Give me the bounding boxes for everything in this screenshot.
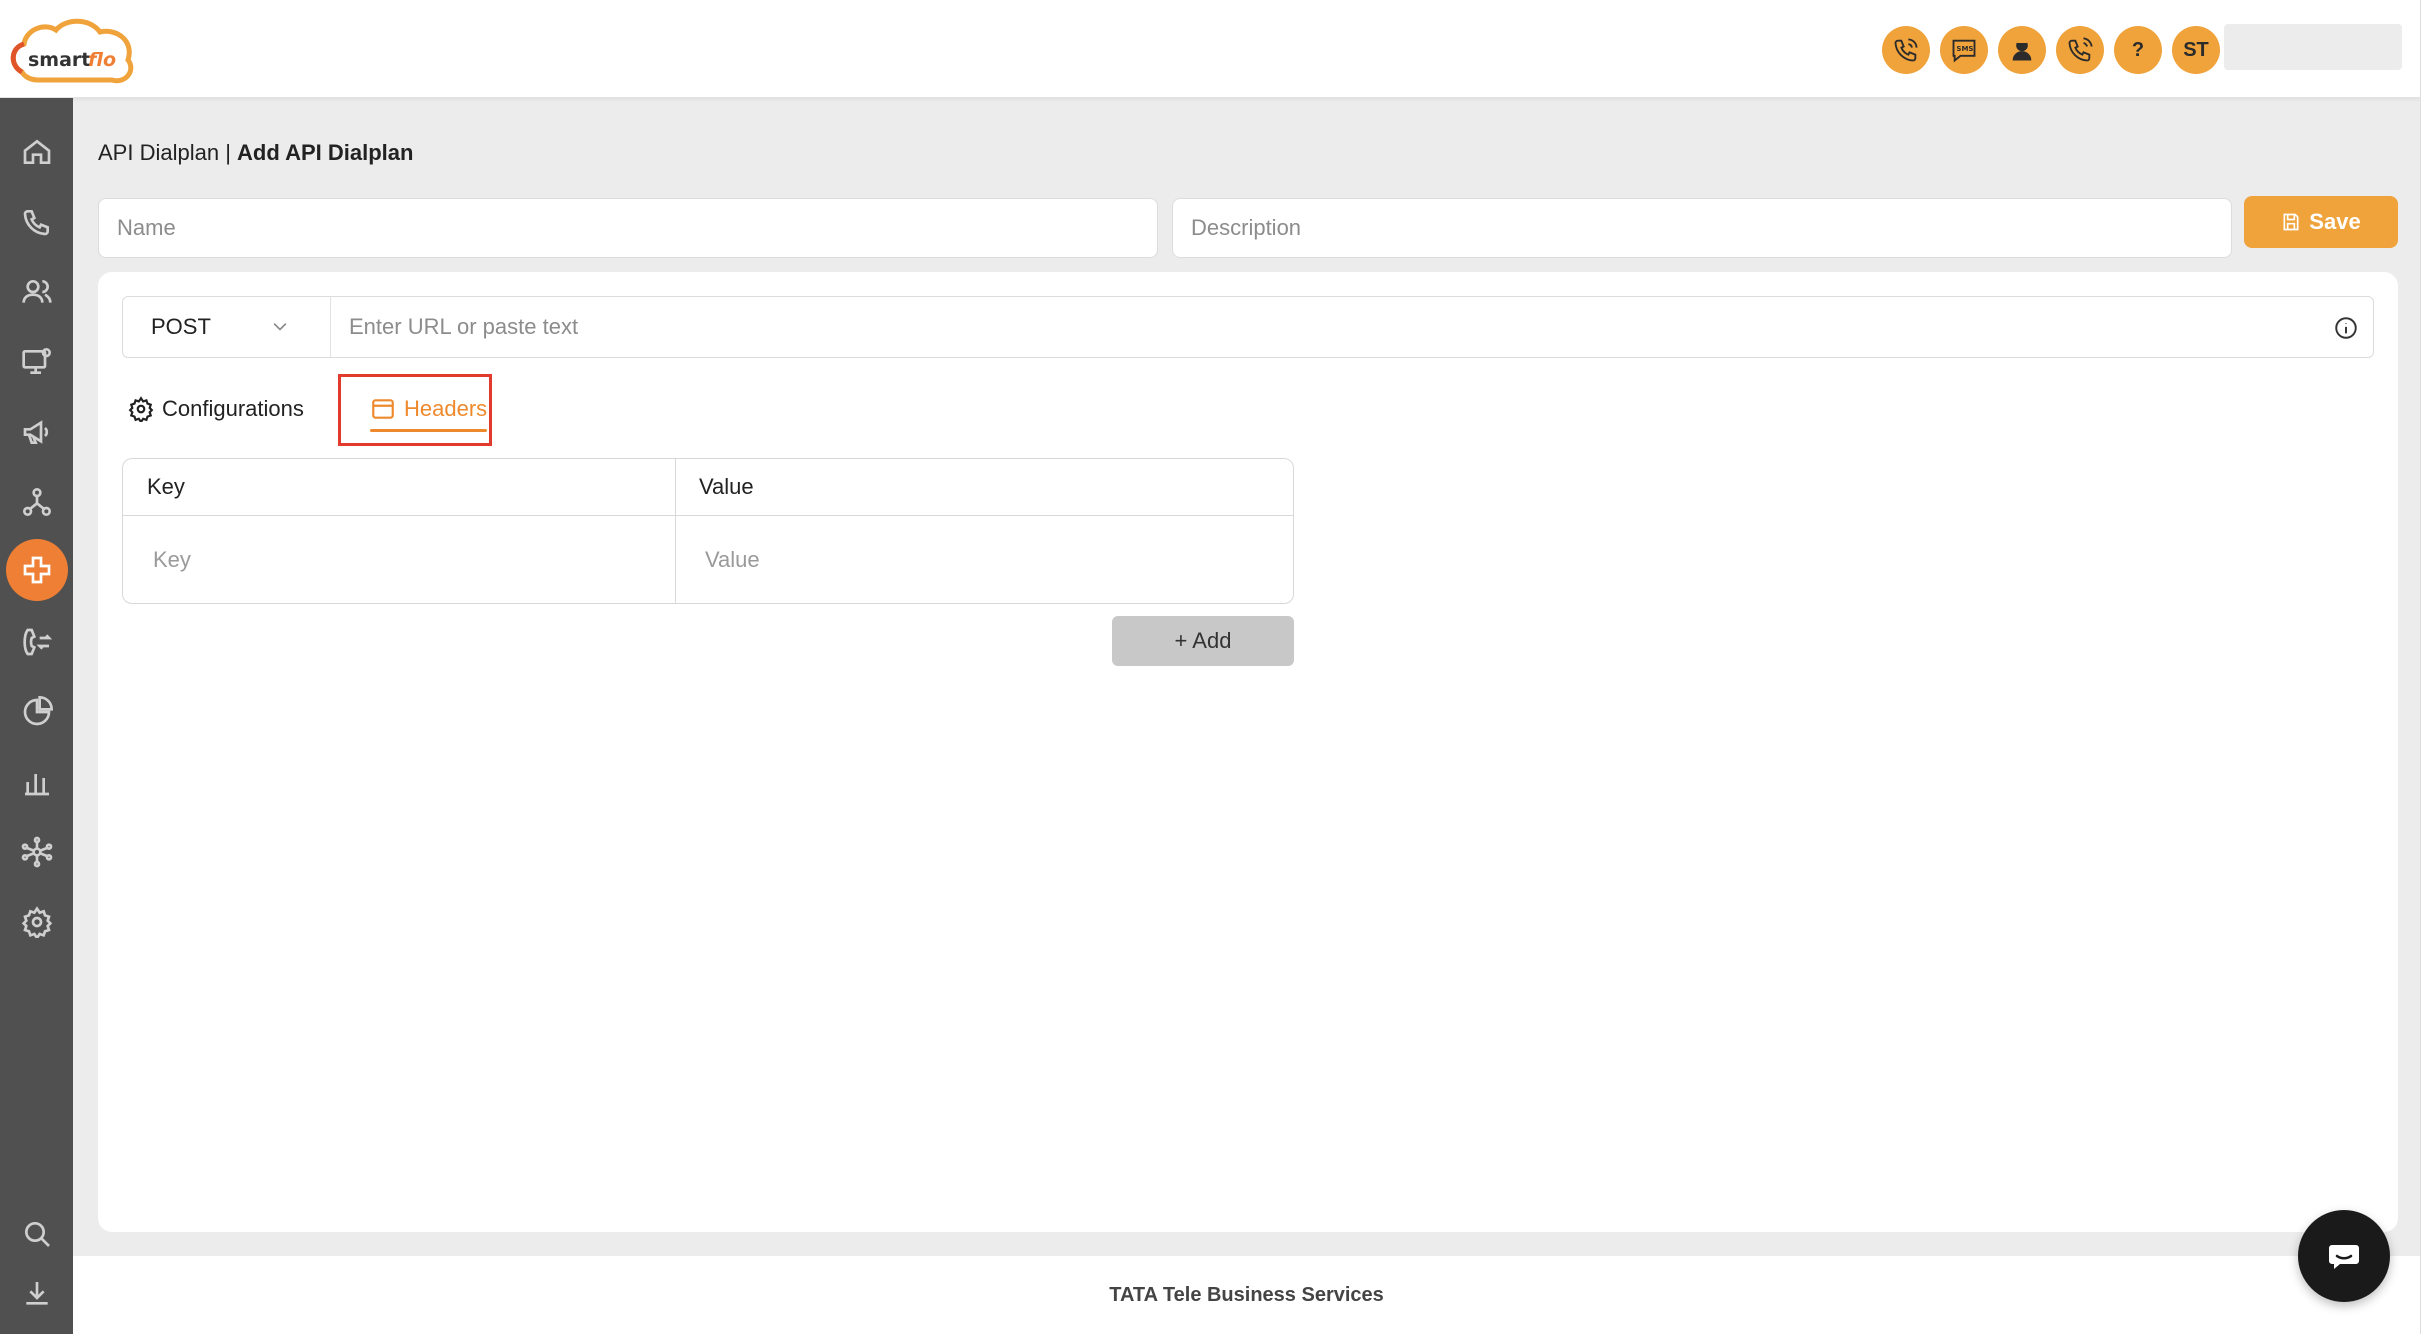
sms-icon[interactable]: SMS: [1940, 26, 1988, 74]
save-button[interactable]: Save: [2244, 196, 2398, 248]
top-icon-group: SMS ? ST: [1882, 26, 2220, 74]
agent-icon[interactable]: [1998, 26, 2046, 74]
sidebar-item-network[interactable]: [0, 472, 73, 532]
save-icon: [2283, 213, 2299, 231]
url-bar: POST: [122, 296, 2374, 358]
sidebar-item-analytics[interactable]: [0, 752, 73, 812]
add-header-button[interactable]: + Add: [1112, 616, 1294, 666]
name-field[interactable]: [98, 198, 1158, 258]
home-icon: [23, 139, 50, 164]
sidebar-item-users[interactable]: [0, 262, 73, 322]
headers-table: Key Value: [122, 458, 1294, 604]
sidebar-item-search[interactable]: [0, 1204, 73, 1264]
sidebar: [0, 98, 73, 1334]
call-transfer-icon: [22, 628, 52, 656]
sidebar-item-campaigns[interactable]: [0, 402, 73, 462]
users-icon: [21, 280, 52, 303]
gear-icon: [128, 396, 154, 422]
sidebar-item-call-transfer[interactable]: [0, 612, 73, 672]
column-header-key: Key: [147, 474, 185, 499]
active-tab-underline: [370, 429, 488, 432]
top-bar: smart flo SMS ? ST: [0, 0, 2420, 98]
tab-headers-label: Headers: [404, 396, 488, 421]
tab-configurations[interactable]: Configurations: [128, 384, 304, 434]
sidebar-item-calls[interactable]: [0, 192, 73, 252]
window-icon: [372, 399, 394, 419]
help-icon[interactable]: ?: [2114, 26, 2162, 74]
svg-text:SMS: SMS: [1956, 45, 1973, 53]
phone-ring-icon[interactable]: [2056, 26, 2104, 74]
smartflo-logo[interactable]: smart flo: [8, 14, 140, 90]
window-edge: [2420, 0, 2434, 1334]
hub-icon: [21, 836, 52, 868]
megaphone-icon: [23, 420, 48, 444]
value-cell[interactable]: [675, 515, 1293, 603]
url-input[interactable]: [349, 314, 2309, 340]
sidebar-item-download[interactable]: [0, 1264, 73, 1324]
description-input[interactable]: [1191, 215, 2231, 241]
settings-icon: [21, 906, 52, 938]
method-value: POST: [151, 314, 211, 339]
description-field[interactable]: [1172, 198, 2232, 258]
value-input[interactable]: [705, 547, 1293, 573]
breadcrumb-parent[interactable]: API Dialplan: [98, 140, 219, 165]
footer: TATA Tele Business Services: [73, 1256, 2420, 1334]
method-select[interactable]: POST: [123, 297, 331, 357]
phone-icon: [23, 210, 49, 236]
info-icon[interactable]: [2333, 315, 2359, 341]
name-input[interactable]: [117, 215, 1157, 241]
bar-chart-icon: [24, 774, 49, 796]
tab-configurations-label: Configurations: [162, 396, 304, 421]
network-icon: [22, 488, 51, 516]
svg-text:smart: smart: [28, 49, 90, 71]
pie-chart-icon: [23, 696, 53, 726]
api-request-card: POST Configurations Headers Key Value + …: [98, 272, 2398, 1232]
api-dialplan-icon: [23, 556, 50, 584]
sidebar-item-monitor[interactable]: [0, 332, 73, 392]
phone-call-icon[interactable]: [1882, 26, 1930, 74]
svg-text:flo: flo: [88, 49, 116, 71]
search-icon: [24, 1222, 50, 1247]
column-header-value: Value: [699, 474, 754, 499]
user-avatar[interactable]: ST: [2172, 26, 2220, 74]
sidebar-item-home[interactable]: [0, 122, 73, 182]
url-field[interactable]: [349, 297, 2309, 357]
breadcrumb: API Dialplan | Add API Dialplan: [98, 140, 413, 166]
breadcrumb-current: Add API Dialplan: [237, 140, 414, 165]
key-input[interactable]: [153, 547, 675, 573]
sidebar-item-reports[interactable]: [0, 682, 73, 742]
breadcrumb-separator: |: [219, 140, 238, 165]
monitor-settings-icon: [21, 348, 51, 374]
sidebar-item-settings[interactable]: [0, 892, 73, 952]
download-icon: [25, 1282, 48, 1305]
tab-headers[interactable]: Headers: [358, 384, 499, 434]
footer-text: TATA Tele Business Services: [1109, 1283, 1384, 1306]
save-button-label: Save: [2309, 209, 2361, 234]
key-cell[interactable]: [123, 515, 675, 603]
sidebar-item-integrations[interactable]: [0, 822, 73, 882]
chevron-down-icon: [273, 323, 287, 331]
sidebar-item-api-dialplan[interactable]: [0, 539, 73, 601]
chat-button[interactable]: [2298, 1210, 2390, 1302]
chat-icon: [2329, 1245, 2359, 1269]
user-name-box[interactable]: [2224, 24, 2402, 70]
